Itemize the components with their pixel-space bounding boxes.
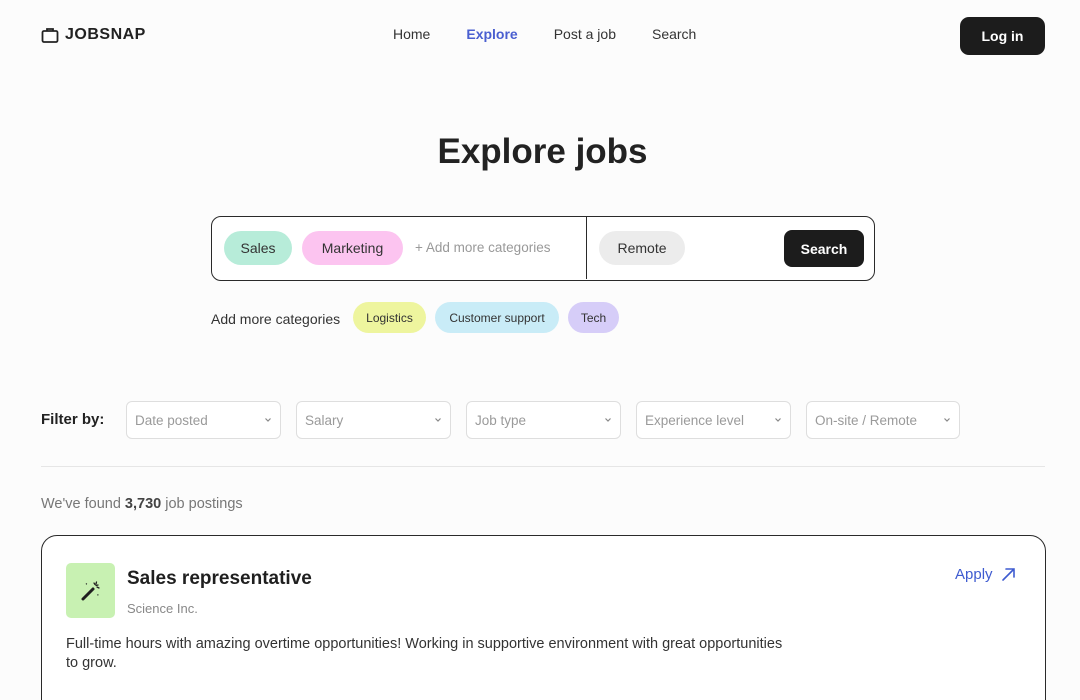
results-number: 3,730 xyxy=(124,496,162,512)
nav-link-explore[interactable]: Explore xyxy=(466,26,517,42)
results-suffix: job postings xyxy=(165,496,243,512)
filter-experience-level[interactable]: Experience level xyxy=(636,401,791,439)
logo[interactable]: JOBSNAP xyxy=(41,26,146,44)
add-categories-input[interactable]: + Add more categories xyxy=(415,240,550,255)
chevron-down-icon xyxy=(775,418,781,422)
magic-wand-icon xyxy=(81,580,100,600)
filter-job-type-value: Job type xyxy=(475,413,527,428)
chevron-down-icon xyxy=(435,418,441,422)
filter-experience-level-value: Experience level xyxy=(645,413,745,428)
filter-salary[interactable]: Salary xyxy=(296,401,451,439)
chevron-down-icon xyxy=(605,418,611,422)
filter-date-posted[interactable]: Date posted xyxy=(126,401,281,439)
apply-link[interactable]: Apply xyxy=(955,566,1016,583)
page-title: Explore jobs xyxy=(437,132,648,171)
category-chip-sales[interactable]: Sales xyxy=(224,231,292,265)
search-bar: Sales Marketing + Add more categories Re… xyxy=(211,216,875,281)
filter-label: Filter by: xyxy=(41,411,105,428)
section-divider xyxy=(41,466,1045,467)
top-nav: JOBSNAP Home Explore Post a job Search L… xyxy=(0,0,1080,70)
suggestion-chip-tech[interactable]: Tech xyxy=(568,302,619,333)
filter-date-posted-value: Date posted xyxy=(135,413,208,428)
nav-links: Home Explore Post a job Search xyxy=(393,26,732,42)
filter-onsite-remote[interactable]: On-site / Remote xyxy=(806,401,960,439)
job-description: Full-time hours with amazing overtime op… xyxy=(66,636,783,671)
chevron-down-icon xyxy=(944,418,950,422)
results-prefix: We've found xyxy=(41,496,121,512)
chevron-down-icon xyxy=(265,418,271,422)
job-logo xyxy=(66,563,115,618)
filter-onsite-remote-value: On-site / Remote xyxy=(815,413,918,428)
nav-link-post-job[interactable]: Post a job xyxy=(554,26,616,42)
arrow-up-right-icon xyxy=(1001,568,1015,581)
job-title[interactable]: Sales representative xyxy=(127,568,312,590)
category-chip-marketing[interactable]: Marketing xyxy=(302,231,403,265)
brand-name: JOBSNAP xyxy=(65,26,146,43)
job-card[interactable]: Sales representative Science Inc. Apply … xyxy=(41,535,1046,700)
search-button[interactable]: Search xyxy=(784,230,864,267)
job-company: Science Inc. xyxy=(127,601,198,616)
nav-link-home[interactable]: Home xyxy=(393,26,430,42)
nav-link-search[interactable]: Search xyxy=(652,26,696,42)
apply-label: Apply xyxy=(955,566,993,583)
briefcase-icon xyxy=(41,28,59,43)
suggestion-chip-customer-support[interactable]: Customer support xyxy=(435,302,559,333)
results-count: We've found 3,730 job postings xyxy=(41,496,243,512)
location-chip-remote[interactable]: Remote xyxy=(599,231,685,265)
suggestion-chip-logistics[interactable]: Logistics xyxy=(353,302,426,333)
search-divider xyxy=(586,217,587,279)
filter-salary-value: Salary xyxy=(305,413,344,428)
login-button[interactable]: Log in xyxy=(960,17,1045,55)
filter-job-type[interactable]: Job type xyxy=(466,401,621,439)
suggestions-label: Add more categories xyxy=(211,311,341,327)
